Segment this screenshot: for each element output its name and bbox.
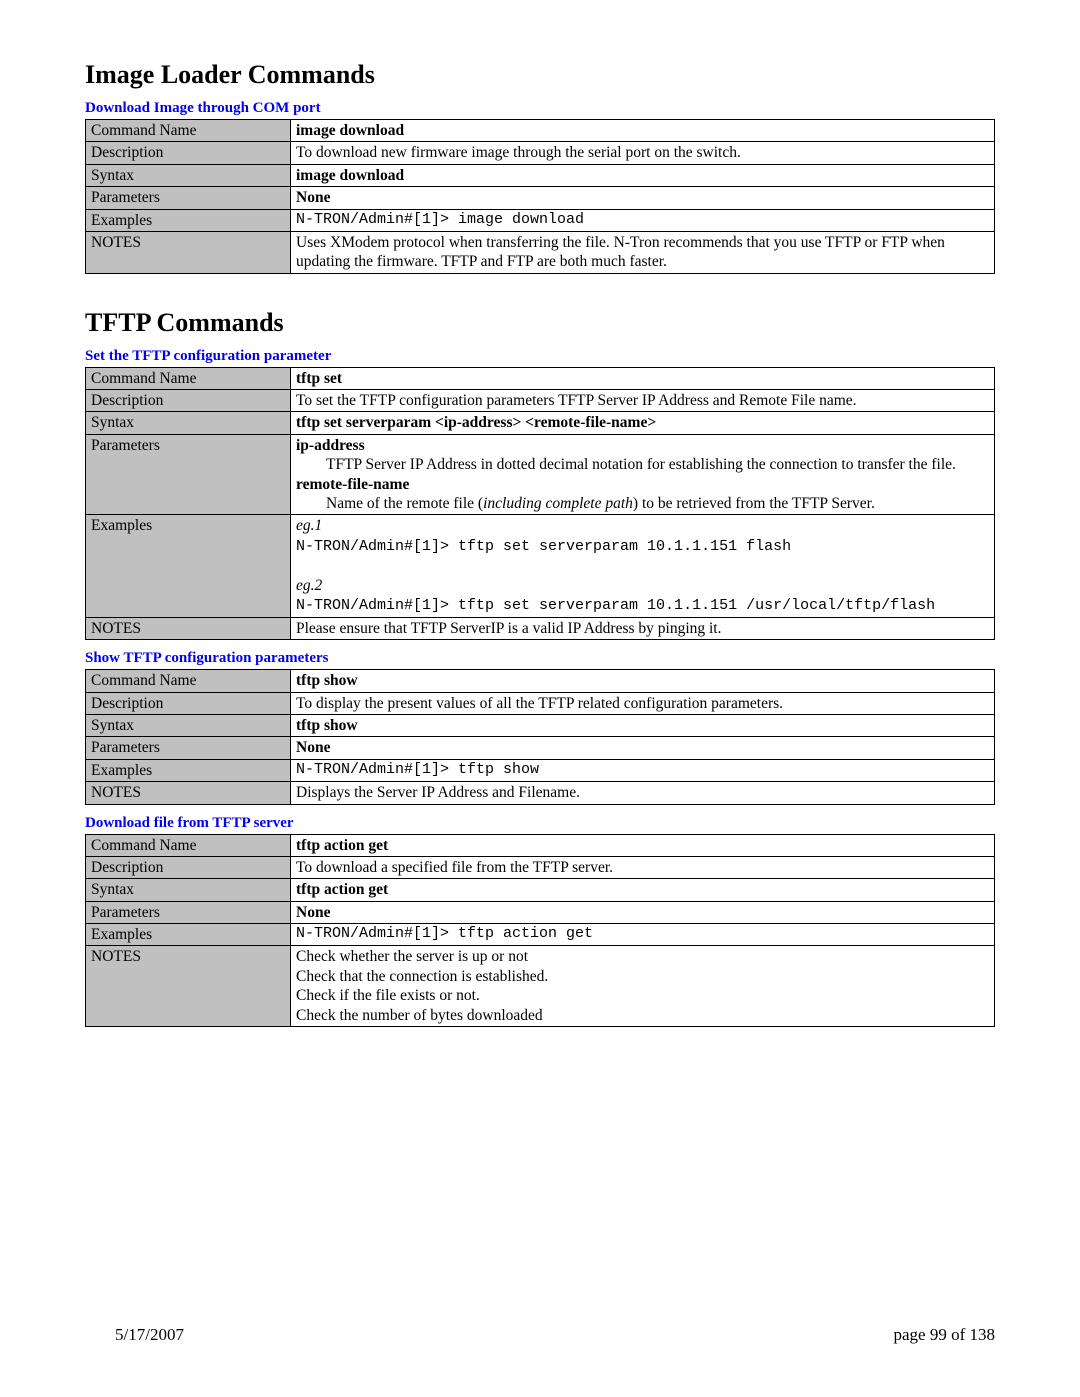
table-image-download: Command Name image download Description … [85,119,995,274]
value-description: To display the present values of all the… [291,692,995,714]
label-description: Description [86,390,291,412]
eg2-label: eg.2 [296,577,322,594]
link-set-tftp-param[interactable]: Set the TFTP configuration parameter [85,348,995,365]
value-parameters: None [291,901,995,923]
value-parameters: None [291,737,995,759]
label-command-name: Command Name [86,670,291,692]
value-syntax: tftp action get [291,879,995,901]
heading-image-loader: Image Loader Commands [85,60,995,90]
label-examples: Examples [86,924,291,946]
value-syntax: tftp show [291,715,995,737]
value-command-name: tftp set [291,367,995,389]
value-parameters: ip-address TFTP Server IP Address in dot… [291,434,995,515]
link-download-tftp[interactable]: Download file from TFTP server [85,815,995,832]
label-examples: Examples [86,759,291,781]
label-command-name: Command Name [86,834,291,856]
label-notes: NOTES [86,946,291,1027]
label-command-name: Command Name [86,120,291,142]
value-notes: Uses XModem protocol when transferring t… [291,231,995,273]
value-examples: eg.1 N-TRON/Admin#[1]> tftp set serverpa… [291,515,995,618]
label-description: Description [86,856,291,878]
value-description: To download new firmware image through t… [291,142,995,164]
value-examples: N-TRON/Admin#[1]> image download [291,209,995,231]
footer-date: 5/17/2007 [115,1325,184,1345]
label-description: Description [86,142,291,164]
notes-line3: Check if the file exists or not. [296,987,480,1004]
label-description: Description [86,692,291,714]
value-syntax: image download [291,164,995,186]
value-notes: Displays the Server IP Address and Filen… [291,782,995,804]
eg1-code: N-TRON/Admin#[1]> tftp set serverparam 1… [296,538,791,555]
label-syntax: Syntax [86,164,291,186]
notes-line4: Check the number of bytes downloaded [296,1007,543,1024]
value-notes: Check whether the server is up or not Ch… [291,946,995,1027]
label-parameters: Parameters [86,187,291,209]
value-command-name: image download [291,120,995,142]
heading-tftp: TFTP Commands [85,308,995,338]
eg2-code: N-TRON/Admin#[1]> tftp set serverparam 1… [296,597,935,614]
param-ip-desc: TFTP Server IP Address in dotted decimal… [296,455,956,474]
link-download-image-com[interactable]: Download Image through COM port [85,100,995,117]
value-description: To set the TFTP configuration parameters… [291,390,995,412]
label-syntax: Syntax [86,879,291,901]
table-tftp-get: Command Name tftp action get Description… [85,834,995,1027]
label-notes: NOTES [86,782,291,804]
eg1-label: eg.1 [296,517,322,534]
value-description: To download a specified file from the TF… [291,856,995,878]
link-show-tftp-param[interactable]: Show TFTP configuration parameters [85,650,995,667]
value-examples: N-TRON/Admin#[1]> tftp action get [291,924,995,946]
value-examples: N-TRON/Admin#[1]> tftp show [291,759,995,781]
label-examples: Examples [86,515,291,618]
value-command-name: tftp show [291,670,995,692]
notes-line2: Check that the connection is established… [296,968,548,985]
label-parameters: Parameters [86,434,291,515]
label-command-name: Command Name [86,367,291,389]
label-examples: Examples [86,209,291,231]
footer-page: page 99 of 138 [893,1325,995,1345]
label-parameters: Parameters [86,737,291,759]
label-notes: NOTES [86,231,291,273]
label-notes: NOTES [86,617,291,639]
value-command-name: tftp action get [291,834,995,856]
param-file-title: remote-file-name [296,476,409,493]
value-notes: Please ensure that TFTP ServerIP is a va… [291,617,995,639]
notes-line1: Check whether the server is up or not [296,948,528,965]
label-parameters: Parameters [86,901,291,923]
table-tftp-show: Command Name tftp show Description To di… [85,669,995,804]
label-syntax: Syntax [86,715,291,737]
label-syntax: Syntax [86,412,291,434]
value-parameters: None [291,187,995,209]
value-syntax: tftp set serverparam <ip-address> <remot… [291,412,995,434]
footer: 5/17/2007 page 99 of 138 [0,1325,1080,1345]
table-tftp-set: Command Name tftp set Description To set… [85,367,995,641]
param-file-desc: Name of the remote file (including compl… [296,494,875,513]
param-ip-title: ip-address [296,437,365,454]
